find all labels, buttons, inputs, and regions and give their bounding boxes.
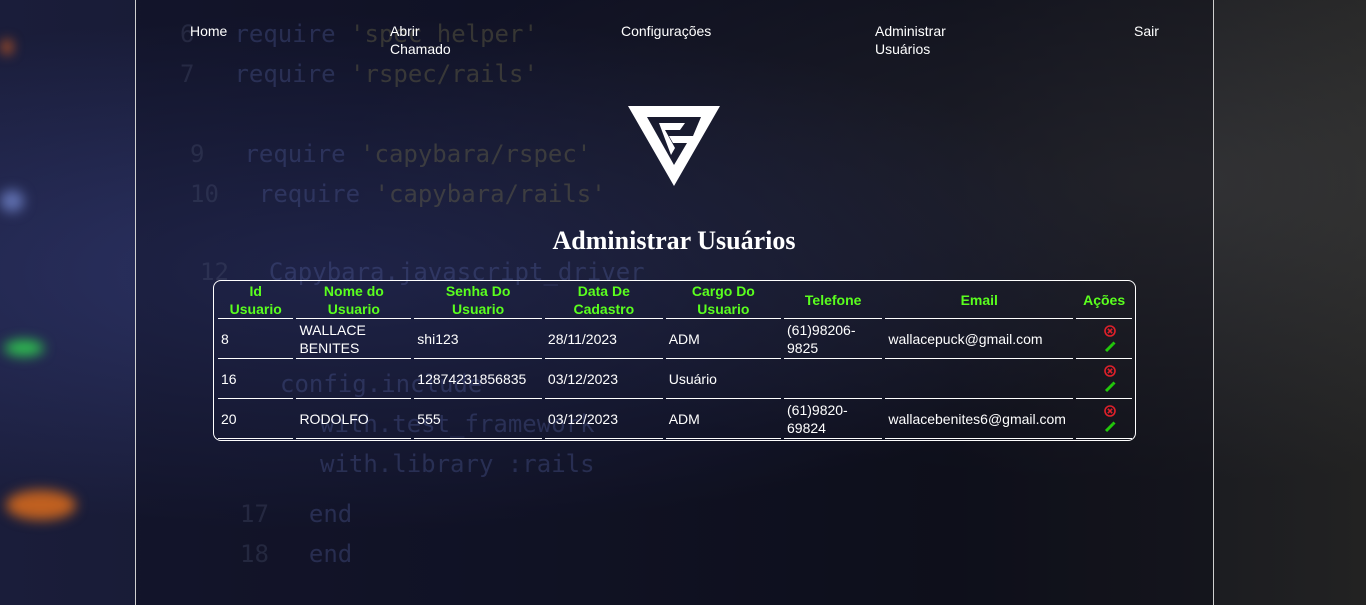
cell-email [885, 359, 1074, 399]
edit-pencil-icon[interactable] [1103, 420, 1117, 434]
cell-id: 16 [218, 359, 294, 399]
nav-sair-label: Sair [1134, 23, 1159, 39]
column-header-senha: Senha Do Usuario [414, 281, 542, 319]
cell-telefone: (61)98206- 9825 [784, 319, 883, 359]
cell-senha: shi123 [414, 319, 542, 359]
delete-circle-x-icon[interactable] [1103, 364, 1117, 378]
cell-data-cadastro: 03/12/2023 [544, 359, 663, 399]
nav-administrar-label-line1: Administrar [875, 23, 946, 39]
cell-acoes [1076, 399, 1132, 439]
nav-abrir-chamado-link[interactable]: Abrir Chamado [390, 22, 451, 58]
cell-acoes [1076, 319, 1132, 359]
nav-home-link[interactable]: Home [190, 22, 227, 40]
column-header-acoes: Ações [1076, 281, 1132, 319]
users-table-container: Id Usuario Nome do Usuario Senha Do Usuario… [213, 280, 1136, 441]
nav-configuracoes-label: Configurações [621, 23, 712, 39]
background-glow [0, 190, 24, 212]
edit-pencil-icon[interactable] [1103, 380, 1117, 394]
cell-senha: 555 [414, 399, 542, 439]
cell-nome: WALLACE BENITES [296, 319, 412, 359]
cell-telefone: (61)9820- 69824 [784, 399, 883, 439]
cell-email: wallacebenites6@gmail.com [885, 399, 1074, 439]
background-glow [4, 340, 44, 356]
column-header-nome: Nome do Usuario [296, 281, 412, 319]
background-glow [2, 40, 12, 54]
cell-cargo: ADM [665, 399, 782, 439]
cell-senha: 12874231856835 [414, 359, 542, 399]
column-header-id: Id Usuario [218, 281, 294, 319]
nav-abrir-chamado-label-line1: Abrir [390, 23, 420, 39]
background-glow [6, 490, 76, 520]
column-header-email: Email [885, 281, 1074, 319]
cell-cargo: Usuário [665, 359, 782, 399]
column-header-telefone: Telefone [784, 281, 883, 319]
column-header-data-cadastro: Data De Cadastro [544, 281, 663, 319]
cell-id: 20 [218, 399, 294, 439]
cell-data-cadastro: 28/11/2023 [544, 319, 663, 359]
column-header-cargo: Cargo Do Usuario [665, 281, 782, 319]
cell-id: 8 [218, 319, 294, 359]
cell-acoes [1076, 359, 1132, 399]
table-row: 20 RODOLFO 555 03/12/2023 ADM (61)9820- 6… [218, 399, 1132, 439]
delete-circle-x-icon[interactable] [1103, 324, 1117, 338]
cell-cargo: ADM [665, 319, 782, 359]
brand-logo [628, 106, 720, 186]
nav-abrir-chamado-label-line2: Chamado [390, 41, 451, 57]
nav-home-label: Home [190, 23, 228, 39]
cell-telefone [784, 359, 883, 399]
cell-email: wallacepuck@gmail.com [885, 319, 1074, 359]
page-title: Administrar Usuários [552, 226, 796, 255]
users-table: Id Usuario Nome do Usuario Senha Do Usuario… [215, 281, 1135, 439]
cell-nome [296, 359, 412, 399]
edit-pencil-icon[interactable] [1103, 340, 1117, 354]
delete-circle-x-icon[interactable] [1103, 404, 1117, 418]
table-row: 8 WALLACE BENITES shi123 28/11/2023 ADM (… [218, 319, 1132, 359]
table-header-row: Id Usuario Nome do Usuario Senha Do Usuario… [218, 281, 1132, 319]
cell-data-cadastro: 03/12/2023 [544, 399, 663, 439]
nav-configuracoes-link[interactable]: Configurações [621, 22, 711, 40]
nav-administrar-usuarios-link[interactable]: Administrar Usuários [875, 22, 946, 58]
nav-sair-link[interactable]: Sair [1134, 22, 1159, 40]
cell-nome: RODOLFO [296, 399, 412, 439]
nav-administrar-label-line2: Usuários [875, 41, 931, 57]
table-row: 16 12874231856835 03/12/2023 Usuário [218, 359, 1132, 399]
